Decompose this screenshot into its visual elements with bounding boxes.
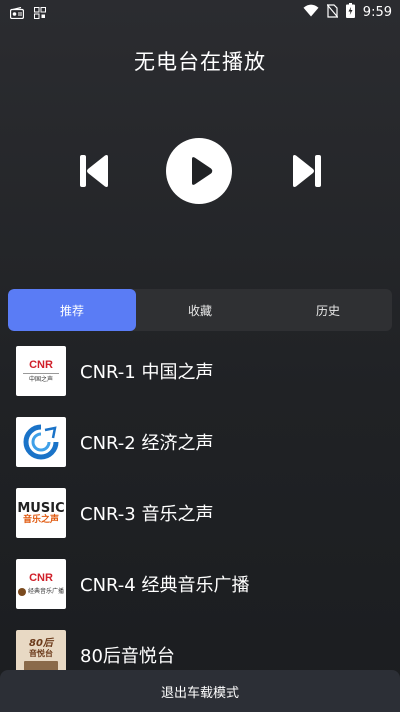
music-radio-logo: MUSIC 音乐之声 xyxy=(16,488,66,538)
station-item[interactable]: 80后 音悦台 80后音悦台 xyxy=(0,622,400,670)
status-right: 9:59 xyxy=(303,3,392,22)
player-controls xyxy=(0,136,400,206)
status-bar: 9:59 xyxy=(0,0,400,24)
cnr-voice-of-china-logo: CNR 中国之声 xyxy=(16,346,66,396)
tab-recommended[interactable]: 推荐 xyxy=(8,289,136,331)
station-list: CNR 中国之声 CNR-1 中国之声 CNR-2 经济之声 MUSIC 音乐之… xyxy=(0,338,400,670)
play-button[interactable] xyxy=(166,138,232,204)
previous-icon xyxy=(80,155,108,187)
previous-button[interactable] xyxy=(78,153,112,189)
station-name: CNR-2 经济之声 xyxy=(80,433,214,454)
tab-bar: 推荐 收藏 历史 xyxy=(8,289,392,331)
no-sim-icon xyxy=(326,3,339,22)
next-button[interactable] xyxy=(289,153,323,189)
status-time: 9:59 xyxy=(362,5,392,20)
station-item[interactable]: MUSIC 音乐之声 CNR-3 音乐之声 xyxy=(0,480,400,546)
station-item[interactable]: CNR 经典音乐广播 CNR-4 经典音乐广播 xyxy=(0,551,400,617)
station-name: 80后音悦台 xyxy=(80,646,175,667)
80s-music-logo: 80后 音悦台 xyxy=(16,630,66,670)
station-item[interactable]: CNR 中国之声 CNR-1 中国之声 xyxy=(0,338,400,404)
station-name: CNR-1 中国之声 xyxy=(80,362,214,383)
cnr-economy-logo xyxy=(16,417,66,467)
exit-car-mode-button[interactable]: 退出车载模式 xyxy=(0,670,400,712)
next-icon xyxy=(293,155,321,187)
tab-history[interactable]: 历史 xyxy=(264,289,392,331)
tab-favorites[interactable]: 收藏 xyxy=(136,289,264,331)
cnr-classic-music-logo: CNR 经典音乐广播 xyxy=(16,559,66,609)
battery-charging-icon xyxy=(345,3,355,22)
station-name: CNR-3 音乐之声 xyxy=(80,504,214,525)
station-item[interactable]: CNR-2 经济之声 xyxy=(0,409,400,475)
play-icon xyxy=(192,157,213,185)
now-playing-title: 无电台在播放 xyxy=(134,50,266,74)
app-grid-icon xyxy=(34,4,46,23)
radio-icon xyxy=(9,4,25,23)
station-name: CNR-4 经典音乐广播 xyxy=(80,575,250,596)
status-left xyxy=(9,4,46,23)
wifi-icon xyxy=(303,4,319,21)
